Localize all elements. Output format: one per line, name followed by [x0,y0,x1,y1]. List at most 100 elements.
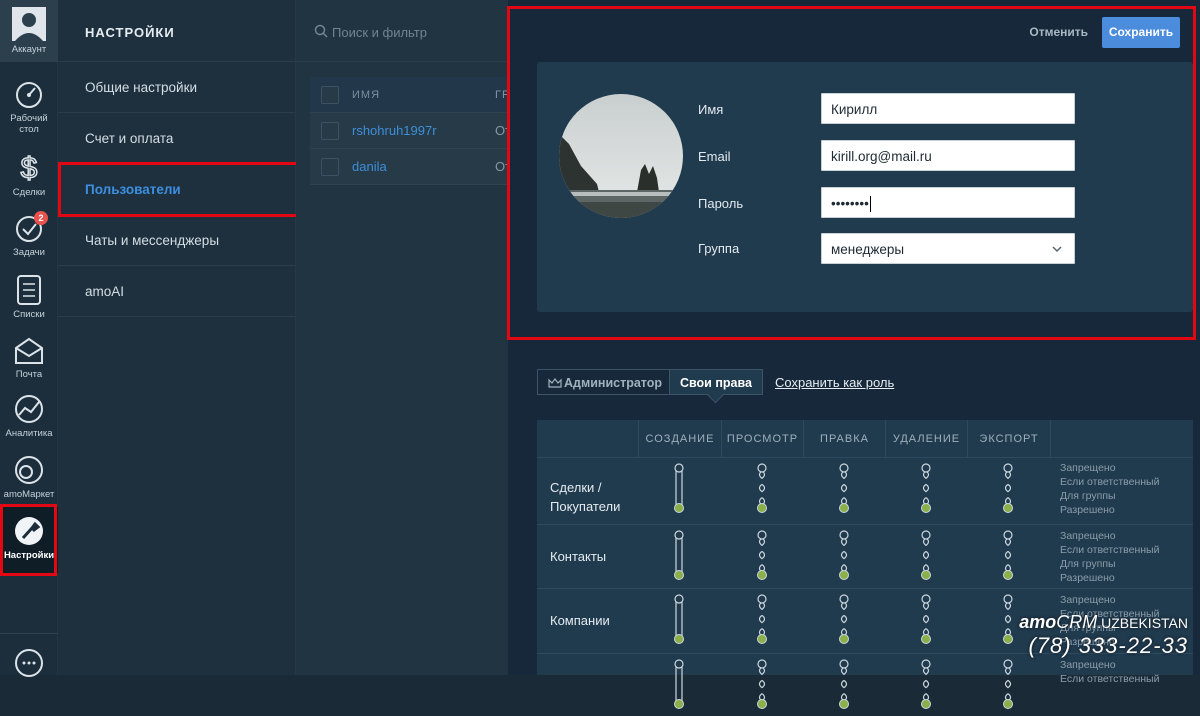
rail-dashboard[interactable]: Рабочий стол [0,80,58,135]
chevron-down-icon [1052,234,1062,277]
watermark-brand: amoCRM.UZBEKISTAN [1019,612,1188,633]
rights-header-legend [1050,420,1193,458]
settings-menu: НАСТРОЙКИ Общие настройки Счет и оплата … [58,0,296,675]
col-export: ЭКСПОРТ [967,420,1050,458]
nav-rail: Аккаунт Рабочий стол $ Сделки 2 Задачи С… [0,0,58,677]
rail-market-label: amoМаркет [3,489,55,500]
group-select[interactable]: менеджеры [821,233,1075,264]
rights-row-label: Контакты [550,549,607,564]
menu-general[interactable]: Общие настройки [58,62,295,113]
avatar-icon [12,7,46,41]
permission-slider[interactable] [836,529,852,587]
rail-analytics-label: Аналитика [5,428,53,439]
brand-watermark: amoCRM.UZBEKISTAN (78) 333-22-33 [1019,612,1188,659]
permission-slider[interactable] [836,593,852,651]
rail-divider [0,633,58,634]
save-as-role-link[interactable]: Сохранить как роль [775,375,894,390]
password-field[interactable]: •••••••• [821,187,1075,218]
search-input[interactable]: Поиск и фильтр [296,0,508,62]
market-icon [15,456,43,484]
rail-settings-label: Настройки [3,550,55,561]
permission-slider[interactable] [918,593,934,651]
user-name-link[interactable]: danila [352,149,387,184]
watermark-amo: amo [1019,612,1057,632]
rail-tasks[interactable]: 2 Задачи [0,211,58,258]
menu-users[interactable]: Пользователи [58,164,295,215]
user-avatar[interactable] [559,94,683,218]
col-edit: ПРАВКА [803,420,885,458]
permission-slider[interactable] [754,593,770,651]
permission-slider[interactable] [754,462,770,520]
permission-slider[interactable] [836,462,852,520]
name-field[interactable]: Кирилл [821,93,1075,124]
rail-deals[interactable]: $ Сделки [0,150,58,198]
permission-slider[interactable] [1000,529,1016,587]
watermark-suffix: .UZBEKISTAN [1097,615,1188,631]
password-value: •••••••• [831,196,869,211]
rail-tasks-label: Задачи [13,247,45,258]
permission-slider[interactable] [671,658,687,716]
watermark-crm: CRM [1056,612,1098,632]
rail-lists-label: Списки [13,309,45,320]
menu-chats[interactable]: Чаты и мессенджеры [58,215,295,266]
rail-mail[interactable]: Почта [0,336,58,380]
legend-forbidden: Запрещено [1060,530,1116,542]
rail-settings[interactable]: Настройки [0,507,58,573]
permission-slider[interactable] [836,658,852,716]
col-name[interactable]: ИМЯ [352,77,380,112]
settings-title: НАСТРОЙКИ [58,0,295,62]
row-checkbox[interactable] [321,122,339,140]
mail-icon [15,337,43,364]
permission-slider[interactable] [918,462,934,520]
rail-mail-label: Почта [15,369,43,380]
permission-slider[interactable] [754,529,770,587]
rights-header-blank [537,420,638,458]
rights-legend: Запрещено Если ответственный Для группы … [1060,529,1159,585]
permission-slider[interactable] [918,529,934,587]
legend-allowed: Разрешено [1060,572,1115,584]
legend-if-responsible: Если ответственный [1060,673,1160,685]
save-button[interactable]: Сохранить [1102,17,1180,48]
legend-forbidden: Запрещено [1060,462,1116,474]
rights-legend: Запрещено Если ответственный Для группы … [1060,461,1159,517]
rights-row-contacts: Контакты Запрещено Если ответственный Дл… [537,525,1193,589]
tab-administrator[interactable]: Администратор [537,369,670,395]
rail-lists[interactable]: Списки [0,274,58,320]
legend-allowed: Разрешено [1060,504,1115,516]
rights-legend: Запрещено Если ответственный [1060,658,1159,686]
legend-forbidden: Запрещено [1060,594,1116,606]
permission-slider[interactable] [671,529,687,587]
user-edit-panel: Отменить Сохранить Имя Кирилл Email kiri… [508,0,1200,709]
permission-slider[interactable] [754,658,770,716]
select-all-checkbox[interactable] [321,86,339,104]
menu-billing[interactable]: Счет и оплата [58,113,295,164]
chat-button[interactable] [0,648,58,681]
watermark-phone: (78) 333-22-33 [1028,633,1188,658]
user-name-link[interactable]: rshohruh1997r [352,113,437,148]
svg-text:$: $ [21,152,38,184]
permission-slider[interactable] [671,593,687,651]
permission-slider[interactable] [1000,462,1016,520]
row-checkbox[interactable] [321,158,339,176]
rights-row-deals: Сделки / Покупатели Запрещено Если ответ… [537,458,1193,525]
permission-slider[interactable] [671,462,687,520]
list-icon [17,275,41,305]
tab-administrator-label: Администратор [564,376,663,390]
rail-market[interactable]: amoМаркет [0,454,58,500]
legend-if-responsible: Если ответственный [1060,544,1160,556]
menu-amoai[interactable]: amoAI [58,266,295,317]
permission-slider[interactable] [1000,658,1016,716]
users-list-area: Поиск и фильтр ИМЯ ГР rshohruh1997r От d… [296,0,510,675]
cancel-button[interactable]: Отменить [1029,25,1088,39]
dashboard-icon [16,82,42,108]
rail-analytics[interactable]: Аналитика [0,393,58,439]
table-row[interactable]: danila От [310,149,510,185]
search-placeholder: Поиск и фильтр [332,25,427,40]
table-row[interactable]: rshohruh1997r От [310,113,510,149]
account-button[interactable]: Аккаунт [0,0,58,62]
tab-own-rights[interactable]: Свои права [669,369,763,395]
permission-slider[interactable] [1000,593,1016,651]
tasks-badge: 2 [34,211,48,225]
email-field[interactable]: kirill.org@mail.ru [821,140,1075,171]
permission-slider[interactable] [918,658,934,716]
